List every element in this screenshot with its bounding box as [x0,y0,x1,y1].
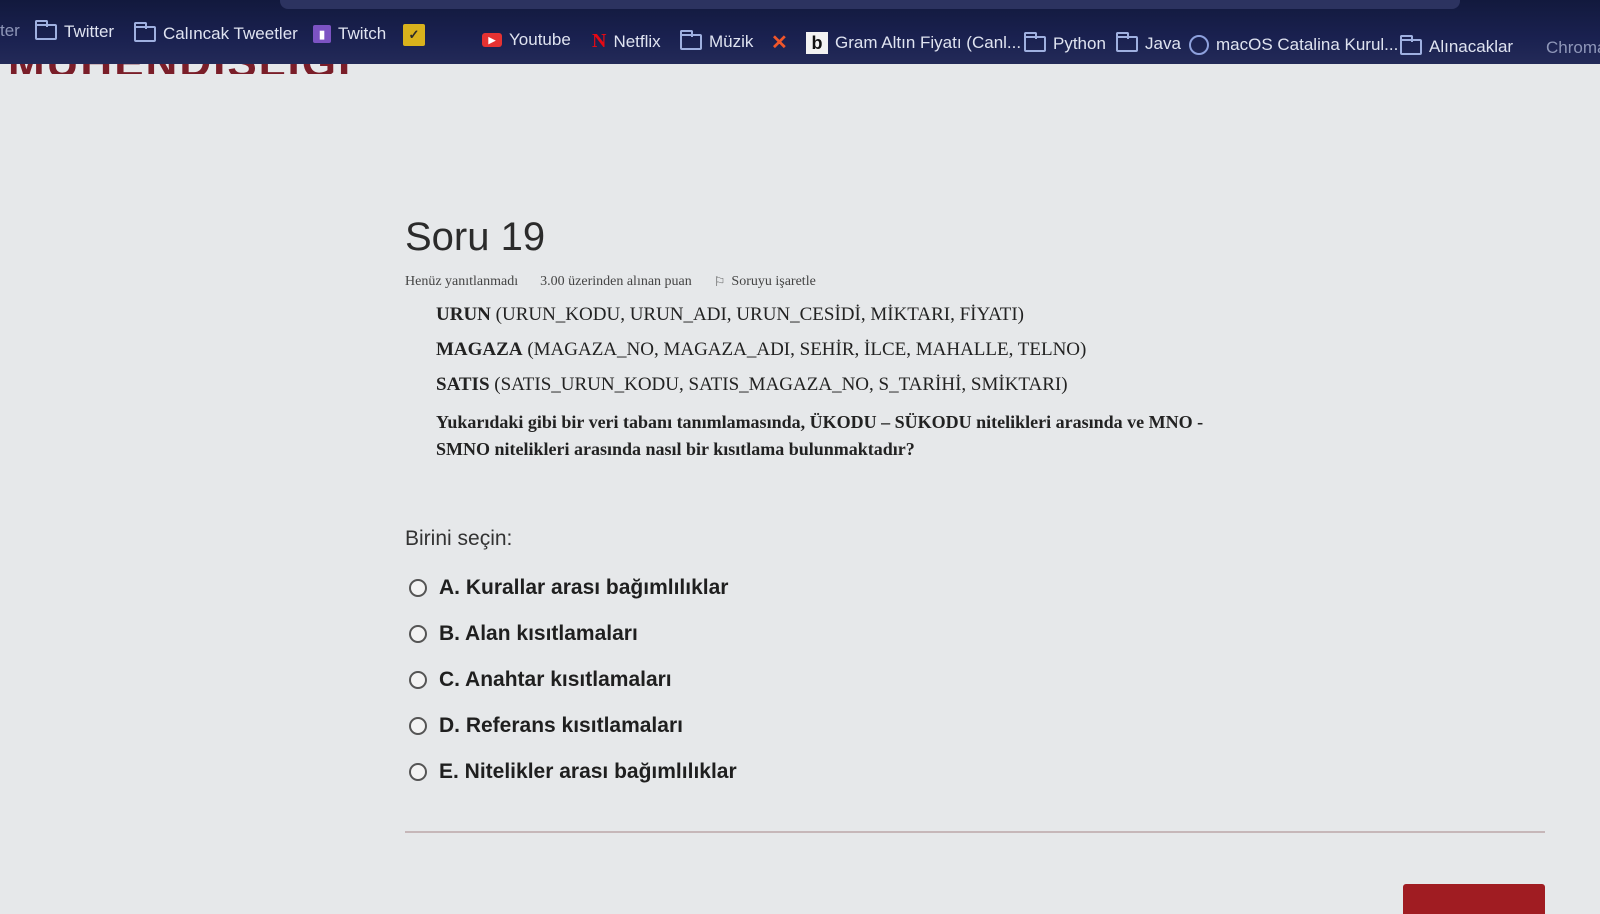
macos-icon [1189,35,1209,55]
bookmark-muzik[interactable]: Müzik [680,30,754,52]
radio-button[interactable] [409,671,427,689]
bookmark-twitter[interactable]: Twitter [35,20,115,42]
page-heading-text: MÜHENDİSLİĞİ [8,64,408,74]
page-heading: MÜHENDİSLİĞİ [8,64,408,74]
flag-question-label: Soruyu işaretle [731,274,816,289]
bookmark-label: macOS Catalina Kurul... [1216,35,1399,54]
option-label: B. Alan kısıtlamaları [439,622,638,645]
netflix-icon: N [592,30,607,52]
bookmark-netflix[interactable]: N Netflix [592,30,661,53]
question-title: Soru 19 [405,215,546,259]
x-bookmark-icon: ✕ [771,32,788,54]
relation-name: MAGAZA [436,339,523,360]
choose-one-label: Birini seçin: [405,527,513,550]
relation-name: URUN [436,304,491,325]
b-site-icon: b [806,32,828,54]
question-points: 3.00 üzerinden alınan puan [540,274,692,289]
bookmark-label: Java [1145,34,1181,53]
relation-attributes: (URUN_KODU, URUN_ADI, URUN_CESİDİ, MİKTA… [495,304,1024,325]
folder-icon [1024,32,1046,52]
bookmark-label: Python [1053,34,1106,53]
yellow-bookmark-icon: ✓ [403,24,425,46]
answer-options: A. Kurallar arası bağımlılıklar B. Alan … [409,565,737,795]
option-label: A. Kurallar arası bağımlılıklar [439,576,729,599]
radio-button[interactable] [409,579,427,597]
youtube-icon: ▶ [482,33,502,47]
bookmark-python[interactable]: Python [1024,32,1106,54]
question-prompt-line: Yukarıdaki gibi bir veri tabanı tanımlam… [436,412,1204,432]
bookmark-label: Alınacaklar [1429,37,1514,56]
question-status: Henüz yanıtlanmadı [405,274,519,289]
bookmark-label: Twitch [338,24,387,43]
question-text: URUN (URUN_KODU, URUN_ADI, URUN_CESİDİ, … [436,304,1545,463]
bookmark-label: Calıncak Tweetler [163,24,298,43]
flag-icon: ⚐ [713,274,726,289]
question-block: Soru 19 Henüz yanıtlanmadı 3.00 üzerinde… [405,215,1545,463]
relation-name: SATIS [436,374,490,395]
flag-question-link[interactable]: ⚐ Soruyu işaretle [714,274,816,290]
option-d[interactable]: D. Referans kısıtlamaları [409,703,737,749]
relation-attributes: (SATIS_URUN_KODU, SATIS_MAGAZA_NO, S_TAR… [494,374,1068,395]
radio-button[interactable] [409,625,427,643]
bookmark-alinacaklar[interactable]: Alınacaklar [1400,35,1514,57]
bookmark-gram-altin[interactable]: b Gram Altın Fiyatı (Canl... [806,32,1021,54]
question-info: Henüz yanıtlanmadı 3.00 üzerinden alınan… [405,274,1545,290]
radio-button[interactable] [409,763,427,781]
question-prompt: Yukarıdaki gibi bir veri tabanı tanımlam… [436,409,1276,463]
relation-satis: SATIS (SATIS_URUN_KODU, SATIS_MAGAZA_NO,… [436,374,1545,396]
bookmark-twitch[interactable]: ▮ Twitch [313,24,386,44]
option-e[interactable]: E. Nitelikler arası bağımlılıklar [409,749,737,795]
radio-button[interactable] [409,717,427,735]
bookmark-label: Müzik [709,32,754,51]
option-label: D. Referans kısıtlamaları [439,714,683,737]
twitch-icon: ▮ [313,25,331,43]
option-a[interactable]: A. Kurallar arası bağımlılıklar [409,565,737,611]
next-page-button[interactable] [1403,884,1545,914]
bookmark-label: Gram Altın Fiyatı (Canl... [835,33,1022,52]
relation-attributes: (MAGAZA_NO, MAGAZA_ADI, SEHİR, İLCE, MAH… [527,339,1087,360]
option-b[interactable]: B. Alan kısıtlamaları [409,611,737,657]
option-c[interactable]: C. Anahtar kısıtlamaları [409,657,737,703]
relation-magaza: MAGAZA (MAGAZA_NO, MAGAZA_ADI, SEHİR, İL… [436,339,1545,361]
bookmark-yellow[interactable]: ✓ [403,24,425,46]
relation-urun: URUN (URUN_KODU, URUN_ADI, URUN_CESİDİ, … [436,304,1545,326]
option-label: C. Anahtar kısıtlamaları [439,668,672,691]
option-label: E. Nitelikler arası bağımlılıklar [439,760,737,783]
bookmark-chroma[interactable]: Chroma [1546,38,1600,58]
bookmark-label: Chroma [1546,38,1600,57]
question-prompt-line: SMNO nitelikleri arasında nasıl bir kısı… [436,439,915,459]
divider [405,831,1545,833]
folder-icon [680,30,702,50]
bookmark-label: Netflix [613,31,661,51]
folder-icon [35,20,57,40]
bookmark-label: Youtube [509,30,571,49]
bookmark-truncated-left[interactable]: ter [0,21,20,41]
bookmark-label: ter [0,21,20,40]
bookmark-calincak-tweetler[interactable]: Calıncak Tweetler [134,22,298,44]
folder-icon [134,22,156,42]
bookmark-java[interactable]: Java [1116,32,1181,54]
bookmark-x[interactable]: ✕ [771,30,788,55]
folder-icon [1400,35,1422,55]
address-bar-edge[interactable] [280,0,1460,9]
bookmarks-bar: ter Twitter Calıncak Tweetler ▮ Twitch ✓… [0,0,1600,64]
bookmark-macos[interactable]: macOS Catalina Kurul... [1189,35,1398,55]
folder-icon [1116,32,1138,52]
bookmark-label: Twitter [64,22,115,41]
bookmark-youtube[interactable]: ▶ Youtube [482,30,571,50]
